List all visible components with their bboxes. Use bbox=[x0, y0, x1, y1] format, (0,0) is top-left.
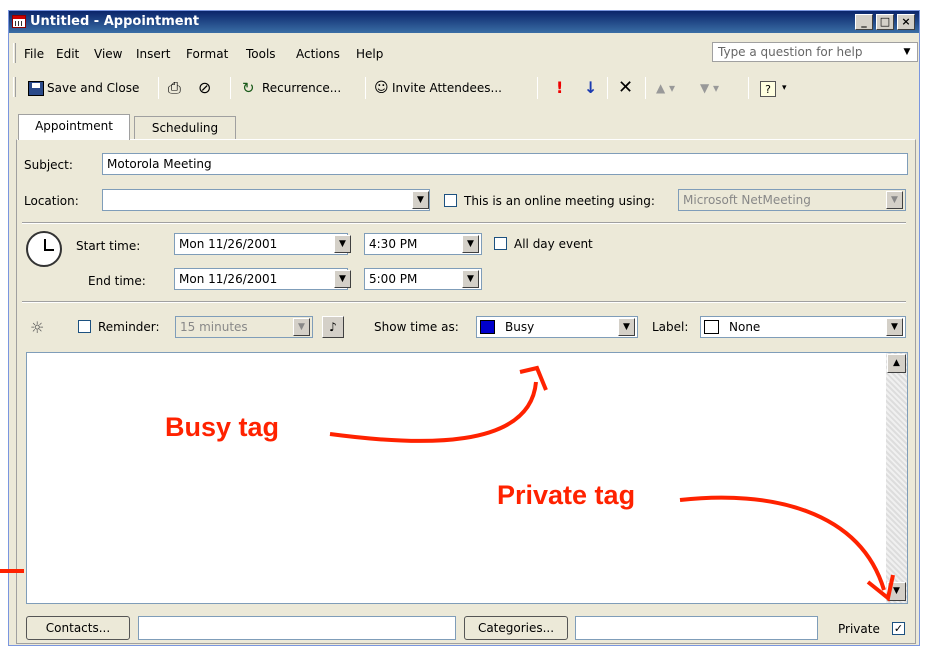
menu-help[interactable]: Help bbox=[356, 43, 383, 65]
label-select[interactable]: None bbox=[700, 316, 906, 338]
start-time-label: Start time: bbox=[76, 239, 141, 253]
attachment-icon[interactable]: ⊘ bbox=[198, 76, 211, 100]
private-label: Private bbox=[838, 622, 880, 636]
categories-input[interactable] bbox=[575, 616, 818, 640]
location-label: Location: bbox=[24, 194, 79, 208]
online-meeting-label: This is an online meeting using: bbox=[464, 194, 655, 208]
divider bbox=[22, 301, 906, 303]
scroll-up-button[interactable]: ▲ bbox=[887, 354, 906, 373]
toolbar-separator bbox=[748, 77, 749, 99]
show-time-dropdown[interactable]: ▼ bbox=[618, 318, 635, 336]
print-icon[interactable]: ⎙ bbox=[168, 76, 181, 100]
close-button[interactable]: × bbox=[897, 14, 915, 30]
label-label: Label: bbox=[652, 320, 689, 334]
save-icon bbox=[28, 81, 44, 96]
notes-textarea[interactable] bbox=[26, 352, 908, 604]
online-meeting-checkbox[interactable] bbox=[444, 194, 457, 207]
recurrence-icon: ↻ bbox=[242, 79, 255, 97]
recurrence-button[interactable]: Recurrence... bbox=[262, 76, 341, 100]
all-day-checkbox[interactable] bbox=[494, 237, 507, 250]
chevron-down-icon[interactable]: ▼ bbox=[898, 44, 916, 60]
label-color-swatch bbox=[704, 320, 719, 334]
private-checkbox[interactable]: ✓ bbox=[892, 622, 905, 635]
menu-view[interactable]: View bbox=[94, 43, 122, 65]
private-tag-annotation: Private tag bbox=[497, 480, 636, 510]
menu-edit[interactable]: Edit bbox=[56, 43, 79, 65]
menu-format[interactable]: Format bbox=[186, 43, 228, 65]
notes-scrollbar[interactable] bbox=[886, 353, 907, 603]
toolbar-separator bbox=[607, 77, 608, 99]
toolbar-options-icon[interactable]: ▾ bbox=[782, 76, 787, 100]
reminder-checkbox[interactable] bbox=[78, 320, 91, 333]
invite-attendees-button[interactable]: Invite Attendees... bbox=[392, 76, 502, 100]
toolbar-separator bbox=[230, 77, 231, 99]
menu-file[interactable]: File bbox=[24, 43, 44, 65]
end-time-label: End time: bbox=[88, 274, 146, 288]
reminder-label: Reminder: bbox=[98, 320, 160, 334]
start-date-input[interactable]: Mon 11/26/2001 bbox=[174, 233, 348, 255]
red-mark bbox=[0, 569, 24, 573]
location-input[interactable] bbox=[102, 189, 430, 211]
maximize-button[interactable]: □ bbox=[876, 14, 894, 30]
end-date-dropdown[interactable]: ▼ bbox=[334, 270, 351, 288]
low-importance-button[interactable]: ↓ bbox=[584, 76, 597, 100]
help-icon[interactable]: ? bbox=[760, 81, 776, 97]
reminder-dropdown[interactable]: ▼ bbox=[293, 318, 310, 336]
minimize-button[interactable]: _ bbox=[855, 14, 873, 30]
label-dropdown[interactable]: ▼ bbox=[886, 318, 903, 336]
help-search-input[interactable]: Type a question for help bbox=[712, 42, 918, 62]
toolbar-separator bbox=[365, 77, 366, 99]
show-time-label: Show time as: bbox=[374, 320, 459, 334]
online-meeting-dropdown[interactable]: ▼ bbox=[886, 191, 903, 209]
divider bbox=[22, 222, 906, 224]
subject-input[interactable]: Motorola Meeting bbox=[102, 153, 908, 175]
show-time-select[interactable]: Busy bbox=[476, 316, 638, 338]
busy-color-swatch bbox=[480, 320, 495, 334]
reminder-bell-icon: ☼ bbox=[30, 318, 45, 337]
clock-icon bbox=[26, 231, 62, 267]
tab-scheduling[interactable]: Scheduling bbox=[134, 116, 236, 140]
online-meeting-select[interactable]: Microsoft NetMeeting bbox=[678, 189, 906, 211]
save-close-button[interactable]: Save and Close bbox=[47, 76, 139, 100]
invite-icon: ☺ bbox=[374, 80, 389, 96]
high-importance-button[interactable]: ! bbox=[556, 76, 563, 100]
busy-tag-annotation: Busy tag bbox=[165, 412, 280, 442]
toolbar-separator bbox=[645, 77, 646, 99]
toolbar-separator bbox=[158, 77, 159, 99]
all-day-label: All day event bbox=[514, 237, 593, 251]
calendar-icon bbox=[12, 15, 26, 28]
start-time-dropdown[interactable]: ▼ bbox=[462, 235, 479, 253]
toolbar-separator bbox=[537, 77, 538, 99]
subject-label: Subject: bbox=[24, 158, 73, 172]
menu-insert[interactable]: Insert bbox=[136, 43, 170, 65]
delete-icon[interactable]: ✕ bbox=[618, 76, 633, 100]
menu-tools[interactable]: Tools bbox=[246, 43, 276, 65]
next-item-icon[interactable]: ▼ ▾ bbox=[700, 76, 719, 100]
scroll-down-button[interactable]: ▼ bbox=[887, 582, 906, 601]
tab-appointment[interactable]: Appointment bbox=[18, 114, 130, 140]
location-dropdown[interactable]: ▼ bbox=[412, 191, 429, 209]
previous-item-icon[interactable]: ▲ ▾ bbox=[656, 76, 675, 100]
menu-grip[interactable] bbox=[13, 43, 16, 63]
window-title: Untitled - Appointment bbox=[30, 14, 200, 29]
menu-actions[interactable]: Actions bbox=[296, 43, 340, 65]
end-time-dropdown[interactable]: ▼ bbox=[462, 270, 479, 288]
contacts-button[interactable]: Contacts... bbox=[26, 616, 130, 640]
categories-button[interactable]: Categories... bbox=[464, 616, 568, 640]
reminder-sound-icon[interactable]: ♪ bbox=[322, 316, 344, 338]
contacts-input[interactable] bbox=[138, 616, 456, 640]
start-date-dropdown[interactable]: ▼ bbox=[334, 235, 351, 253]
end-date-input[interactable]: Mon 11/26/2001 bbox=[174, 268, 348, 290]
toolbar-grip[interactable] bbox=[13, 77, 16, 97]
